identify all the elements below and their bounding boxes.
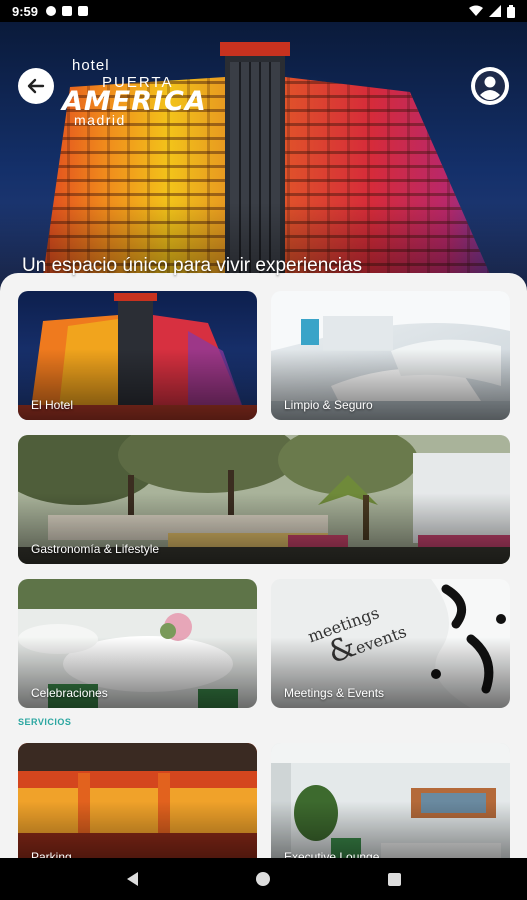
content-sheet: El Hotel Limpio & Seguro Gastronomía & L…: [0, 273, 527, 873]
hero-tagline: Un espacio único para vivir experiencias: [22, 255, 363, 276]
logo-line-america: AMERICA: [62, 86, 207, 117]
card-el-hotel[interactable]: El Hotel: [18, 291, 257, 420]
status-time: 9:59: [12, 3, 39, 19]
card-label: Gastronomía & Lifestyle: [31, 542, 160, 556]
app-screen: 9:59 hotel PUERTA AMERICA madrid Un espa…: [0, 0, 527, 900]
card-label: El Hotel: [31, 398, 74, 412]
back-triangle-icon[interactable]: [126, 872, 138, 886]
card-gastronomia-lifestyle[interactable]: Gastronomía & Lifestyle: [18, 435, 510, 564]
sd-card-icon: [78, 6, 89, 16]
back-button[interactable]: [18, 68, 54, 104]
battery-icon: [507, 4, 515, 18]
square-icon: [62, 6, 73, 16]
wifi-icon: [469, 5, 483, 16]
recents-square-icon[interactable]: [387, 872, 401, 886]
card-label: Limpio & Seguro: [284, 398, 373, 412]
gear-icon: [46, 6, 57, 16]
logo-line-hotel: hotel: [72, 57, 110, 74]
profile-button[interactable]: [471, 67, 509, 105]
card-label: Meetings & Events: [284, 686, 385, 700]
signal-icon: [489, 5, 501, 17]
hotel-logo: hotel PUERTA AMERICA madrid: [62, 58, 207, 127]
hero-banner: hotel PUERTA AMERICA madrid Un espacio ú…: [0, 22, 527, 292]
card-meetings-events[interactable]: meetings &events Meetings & Events: [271, 579, 510, 708]
card-celebraciones[interactable]: Celebraciones: [18, 579, 257, 708]
section-title-servicios: SERVICIOS: [18, 717, 72, 727]
card-executive-lounge[interactable]: Executive Lounge: [271, 743, 510, 872]
card-limpio-seguro[interactable]: Limpio & Seguro: [271, 291, 510, 420]
arrow-left-icon: [27, 78, 45, 94]
status-bar: 9:59: [0, 0, 527, 22]
card-parking[interactable]: Parking: [18, 743, 257, 872]
system-nav-bar: [0, 858, 527, 900]
account-circle-icon: [475, 71, 505, 101]
home-circle-icon[interactable]: [255, 872, 270, 886]
card-label: Celebraciones: [31, 686, 108, 700]
